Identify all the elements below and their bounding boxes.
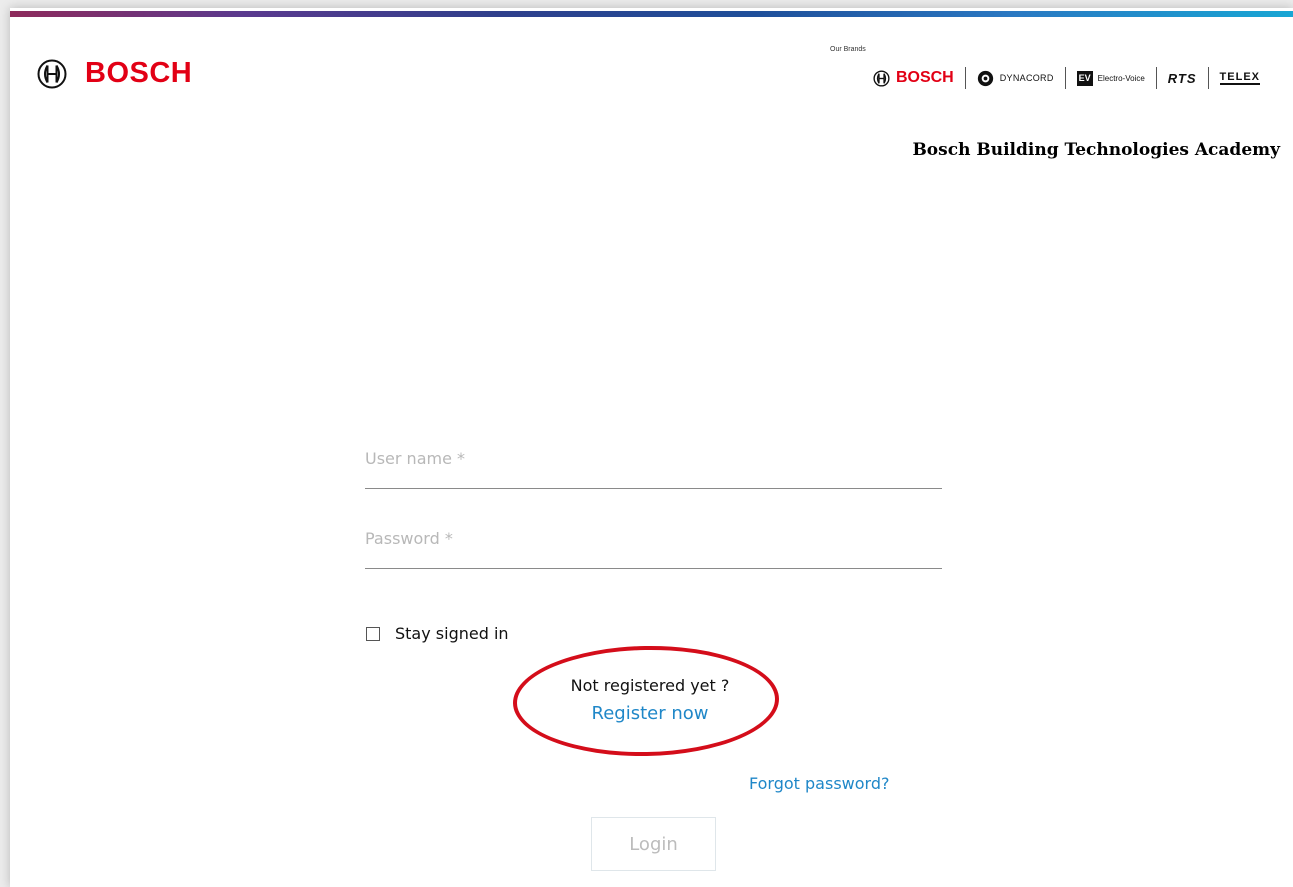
bosch-logo[interactable]: BOSCH (37, 57, 192, 90)
brand-divider (1155, 67, 1157, 89)
brand-divider (964, 67, 966, 89)
brand-logos: BOSCH DYNACORD EV Electro-Voice RTS TELE… (873, 67, 1260, 89)
highlight-ellipse-annotation (512, 643, 780, 759)
our-brands: Our Brands BOSCH DYNACORD EV Electro-Voi… (830, 46, 1260, 89)
password-input[interactable] (365, 518, 942, 558)
brand-dynacord-text: DYNACORD (999, 73, 1054, 83)
brand-electro-voice-text: Electro-Voice (1097, 73, 1145, 83)
username-field (365, 438, 942, 489)
brand-telex-text: TELEX (1219, 71, 1260, 85)
brand-rts-text: RTS (1167, 70, 1197, 86)
brand-electro-voice[interactable]: EV Electro-Voice (1076, 70, 1145, 86)
electro-voice-icon: EV (1076, 70, 1093, 86)
bosch-armature-icon (37, 59, 67, 88)
brand-dynacord[interactable]: DYNACORD (977, 70, 1054, 87)
username-input[interactable] (365, 438, 942, 478)
forgot-password-link[interactable]: Forgot password? (749, 774, 889, 793)
dynacord-icon (977, 70, 993, 86)
password-field (365, 518, 942, 569)
bosch-armature-small-icon (873, 69, 890, 87)
login-button[interactable]: Login (591, 817, 716, 871)
stay-signed-in[interactable]: Stay signed in (365, 624, 509, 643)
brand-rts[interactable]: RTS (1168, 71, 1197, 86)
brand-divider (1207, 67, 1209, 89)
brands-caption: Our Brands (830, 46, 866, 53)
brand-divider (1064, 67, 1066, 89)
brand-telex[interactable]: TELEX (1219, 71, 1260, 85)
bosch-logo-text: BOSCH (85, 57, 193, 89)
stay-signed-in-checkbox[interactable] (366, 626, 380, 641)
stay-signed-in-label[interactable]: Stay signed in (395, 624, 509, 643)
academy-title: Bosch Building Technologies Academy (912, 140, 1280, 160)
brand-bosch-text: BOSCH (895, 69, 954, 86)
login-page: BOSCH Our Brands BOSCH DYNACORD EV Elect… (10, 8, 1293, 887)
brand-bosch[interactable]: BOSCH (873, 69, 954, 87)
brand-color-bar (10, 11, 1293, 17)
